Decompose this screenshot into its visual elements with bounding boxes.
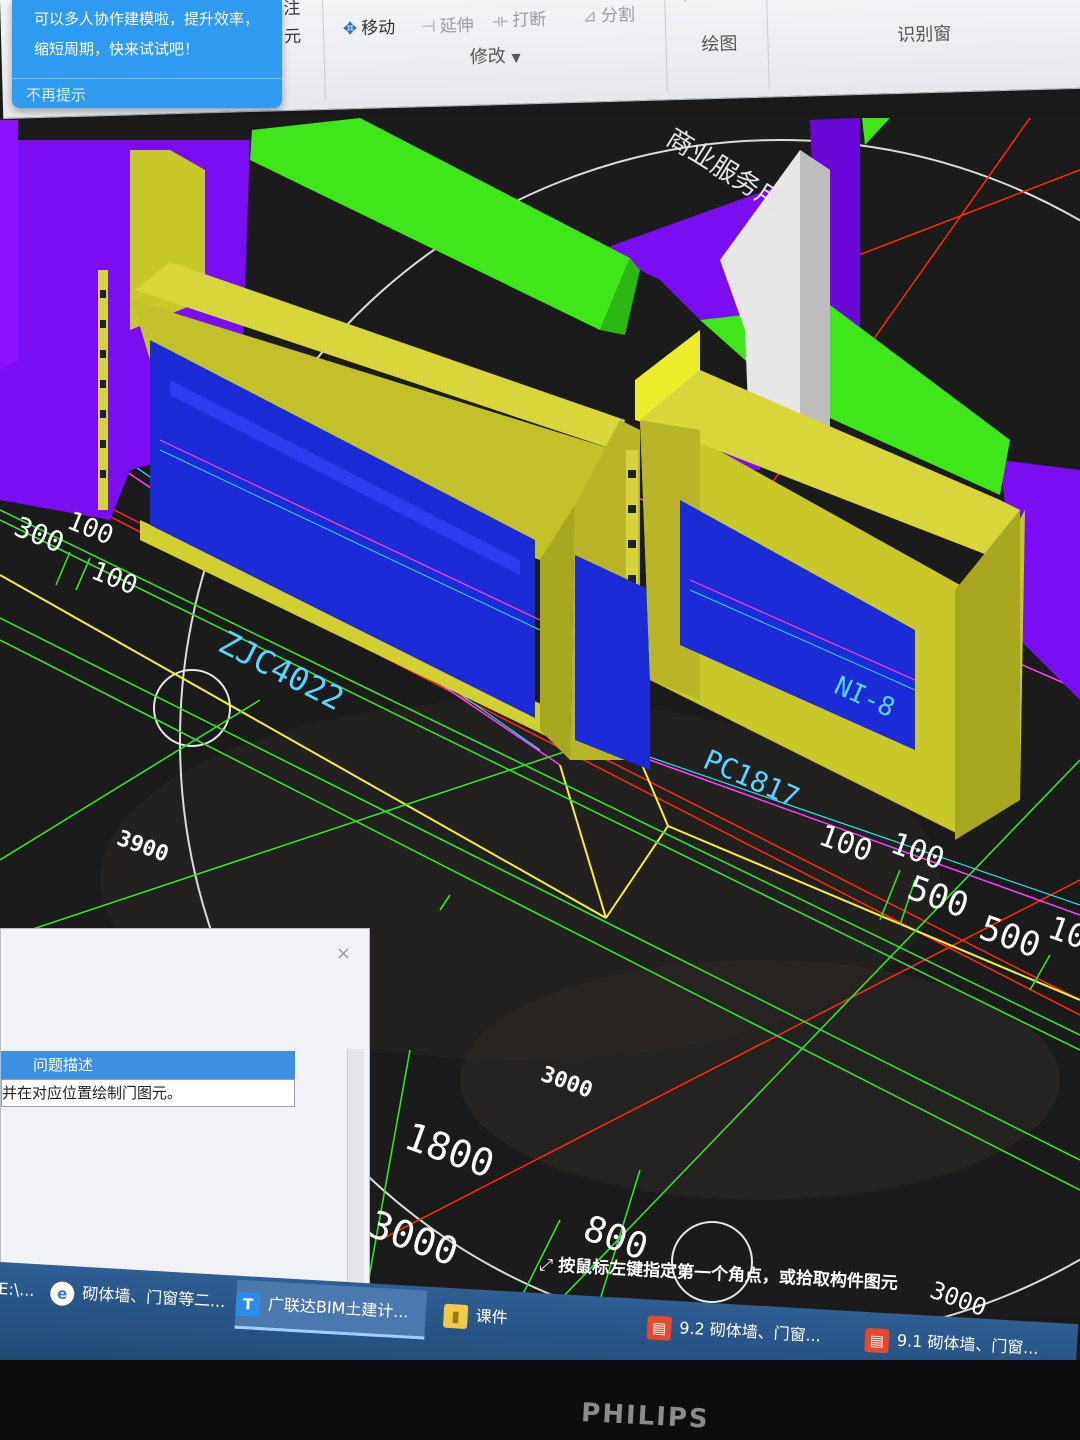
group-modify[interactable]: 修改 ▼	[469, 41, 521, 68]
break-label: 打断	[511, 9, 547, 31]
tooltip-line: 缩短周期，快来试试吧！	[34, 40, 200, 58]
door-panel	[575, 555, 650, 770]
browser-icon: e	[49, 1280, 75, 1306]
tooltip-line: 可以多人协作建模啦，提升效率，	[34, 10, 260, 28]
taskbar-item-explorer[interactable]: E:\...	[0, 1266, 40, 1314]
taskbar-item-browser[interactable]: e 砌体墙、门窗等二...	[49, 1269, 226, 1325]
monitor-bezel	[0, 1360, 1080, 1440]
extend-button[interactable]: ⊣ 延伸	[421, 11, 474, 37]
column-header-problem[interactable]: 问题描述	[1, 1051, 295, 1079]
group-identify-window[interactable]: 识别窗	[897, 19, 952, 46]
extend-label: 延伸	[439, 15, 474, 37]
dont-show-again-link[interactable]: 不再提示	[26, 84, 86, 105]
ribbon-partial-text: 注	[283, 0, 301, 20]
break-button[interactable]: ⟛ 打断	[492, 5, 547, 32]
taskbar-item-folder[interactable]: ▮ 课件	[442, 1292, 619, 1348]
draw-icon[interactable]: ◜	[684, 0, 695, 15]
taskbar-item-doc-9-2[interactable]: ▤ 9.2 砌体墙、门窗...	[646, 1303, 848, 1360]
move-icon: ✥	[342, 19, 358, 40]
close-icon[interactable]: ×	[336, 943, 351, 964]
cursor-icon: ⤢	[538, 1254, 559, 1276]
glodon-app-icon: T	[235, 1291, 261, 1317]
split-label: 分割	[600, 5, 636, 27]
chevron-down-icon: ▼	[511, 50, 521, 65]
table-row[interactable]: 并在对应位置绘制门图元。	[1, 1079, 295, 1107]
scrollbar[interactable]	[347, 1049, 364, 1309]
folder-icon: ▮	[442, 1303, 469, 1329]
group-draw[interactable]: 绘图	[701, 29, 738, 56]
move-label: 移动	[360, 17, 396, 39]
collab-tooltip: 可以多人协作建模啦，提升效率， 缩短周期，快来试试吧！ 不再提示	[12, 0, 282, 108]
move-button[interactable]: ✥ 移动	[343, 13, 396, 39]
extend-icon: ⊣	[420, 16, 437, 38]
document-icon: ▤	[864, 1327, 890, 1353]
break-icon: ⟛	[492, 10, 509, 32]
problem-dialog: × 问题描述 并在对应位置绘制门图元。	[0, 928, 370, 1320]
ribbon-partial-text: 元	[283, 26, 302, 48]
split-button[interactable]: ⊿ 分割	[582, 0, 635, 26]
taskbar-item-glodon[interactable]: T 广联达BIM土建计...	[234, 1279, 428, 1340]
problem-text: 并在对应位置绘制门图元。	[2, 1084, 183, 1102]
split-icon: ⊿	[582, 6, 598, 27]
document-icon: ▤	[646, 1314, 672, 1341]
